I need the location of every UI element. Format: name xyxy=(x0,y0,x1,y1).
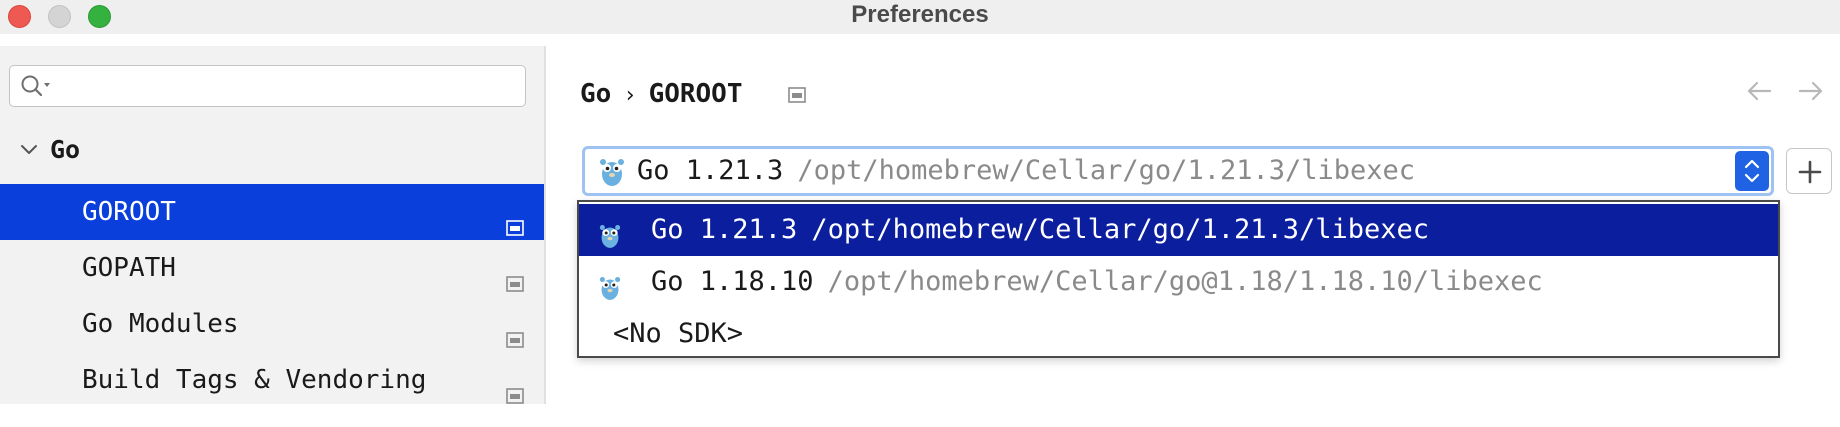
no-sdk-label: <No SDK> xyxy=(613,318,744,349)
sidebar-item-label: Go Modules xyxy=(82,309,239,339)
back-arrow-icon[interactable] xyxy=(1744,76,1774,110)
title-bar: Preferences xyxy=(0,0,1840,34)
sidebar-item-label: Build Tags & Vendoring xyxy=(82,365,427,395)
breadcrumb-separator-icon: › xyxy=(623,83,637,108)
breadcrumb-parent[interactable]: Go xyxy=(580,74,611,114)
breadcrumb: Go › GOROOT xyxy=(580,74,742,114)
sdk-option-path: /opt/homebrew/Cellar/go@1.18/1.18.10/lib… xyxy=(827,266,1543,297)
sidebar-item-label: GOPATH xyxy=(82,253,176,283)
sidebar-item-gopath[interactable]: GOPATH xyxy=(0,240,544,296)
add-sdk-button[interactable] xyxy=(1786,148,1832,194)
sidebar-item-go-modules[interactable]: Go Modules xyxy=(0,296,544,352)
sdk-option[interactable]: Go 1.21.3/opt/homebrew/Cellar/go/1.21.3/… xyxy=(579,204,1778,256)
no-sdk-option[interactable]: <No SDK> xyxy=(579,308,1778,360)
window-title: Preferences xyxy=(851,1,989,28)
goroot-sdk-select[interactable]: Go 1.21.3/opt/homebrew/Cellar/go/1.21.3/… xyxy=(582,146,1774,196)
forward-arrow-icon[interactable] xyxy=(1796,76,1826,110)
sdk-option[interactable]: Go 1.18.10/opt/homebrew/Cellar/go@1.18/1… xyxy=(579,256,1778,308)
sdk-option-path: /opt/homebrew/Cellar/go/1.21.3/libexec xyxy=(811,214,1430,245)
breadcrumb-current: GOROOT xyxy=(648,79,743,109)
project-scope-icon xyxy=(506,371,524,427)
sdk-path: /opt/homebrew/Cellar/go/1.21.3/libexec xyxy=(797,155,1416,186)
sdk-option-version: Go 1.18.10 xyxy=(651,266,814,297)
chevron-down-icon[interactable] xyxy=(20,142,38,161)
sidebar-item-build-tags[interactable]: Build Tags & Vendoring xyxy=(0,352,544,408)
sdk-option-version: Go 1.21.3 xyxy=(651,214,798,245)
search-icon xyxy=(20,74,54,102)
settings-search-input[interactable] xyxy=(60,70,519,104)
settings-sidebar: Go GOROOT GOPATH Go Modules Build Tags &… xyxy=(0,46,546,404)
tree-group-label: Go xyxy=(50,135,81,164)
sdk-version: Go 1.21.3 xyxy=(637,155,784,186)
sidebar-item-label: GOROOT xyxy=(82,197,176,227)
sdk-dropdown-list: Go 1.21.3/opt/homebrew/Cellar/go/1.21.3/… xyxy=(577,200,1780,358)
tree-group-go[interactable]: Go xyxy=(0,126,544,174)
settings-search-field[interactable] xyxy=(9,65,526,107)
project-scope-icon xyxy=(788,87,806,107)
go-gopher-icon xyxy=(599,156,625,192)
select-stepper-icon[interactable] xyxy=(1735,151,1769,191)
sidebar-item-goroot[interactable]: GOROOT xyxy=(0,184,544,240)
plus-icon xyxy=(1798,160,1822,184)
